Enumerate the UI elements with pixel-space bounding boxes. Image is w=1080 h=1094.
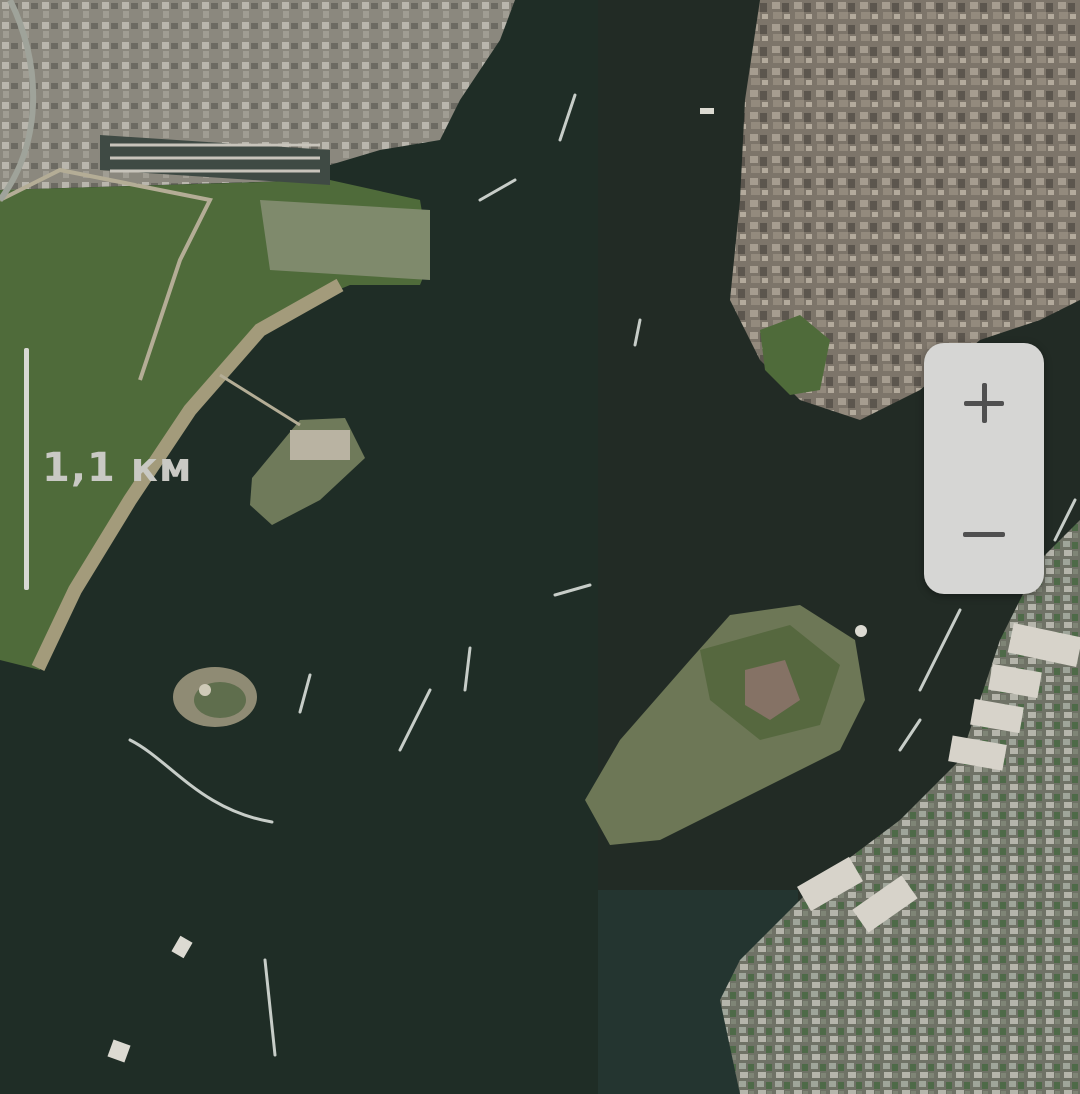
liberty-state-park-fields xyxy=(260,200,430,280)
ellis-island-buildings xyxy=(290,430,350,460)
scale-label: 1,1 км xyxy=(42,445,193,491)
statue-of-liberty xyxy=(199,684,211,696)
zoom-controls xyxy=(924,343,1044,594)
zoom-out-button[interactable] xyxy=(924,474,1044,594)
satellite-map[interactable] xyxy=(0,0,1080,1094)
minus-icon xyxy=(963,529,1005,539)
zoom-in-button[interactable] xyxy=(924,343,1044,463)
plus-icon xyxy=(964,383,1004,423)
scale-bar xyxy=(24,348,29,590)
